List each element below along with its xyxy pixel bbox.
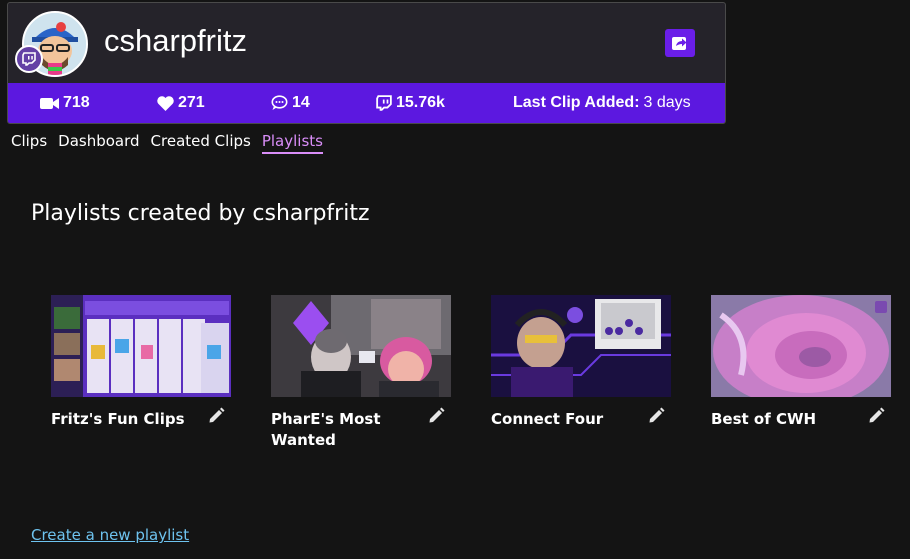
playlist-card[interactable]: Connect Four <box>491 295 671 430</box>
playlist-thumbnail[interactable] <box>51 295 231 397</box>
section-title: Playlists created by csharpfritz <box>31 201 370 226</box>
playlist-thumbnail[interactable] <box>711 295 891 397</box>
stats-bar: 718 271 14 15.76k Last Clip Added: 3 day… <box>8 83 725 123</box>
playlist-title[interactable]: Fritz's Fun Clips <box>51 409 201 430</box>
playlist-thumbnail[interactable] <box>491 295 671 397</box>
thumbnail-image <box>51 295 231 397</box>
pencil-icon[interactable] <box>868 407 885 424</box>
playlist-card[interactable]: Best of CWH <box>711 295 891 430</box>
pencil-icon[interactable] <box>428 407 445 424</box>
username: csharpfritz <box>104 23 247 58</box>
playlist-thumbnail[interactable] <box>271 295 451 397</box>
last-clip-label: Last Clip Added: <box>513 94 640 111</box>
nav-tabs: Clips Dashboard Created Clips Playlists <box>11 132 323 154</box>
tab-playlists[interactable]: Playlists <box>261 132 323 154</box>
stat-clips: 718 <box>40 94 90 112</box>
pencil-icon[interactable] <box>208 407 225 424</box>
stat-likes: 271 <box>157 94 205 112</box>
tab-clips[interactable]: Clips <box>11 132 47 154</box>
twitch-badge <box>15 45 43 73</box>
twitch-icon <box>376 95 392 111</box>
video-camera-icon <box>40 97 59 109</box>
thumbnail-image <box>271 295 451 397</box>
profile-card: csharpfritz 718 271 14 15.76k Last Clip … <box>7 2 726 124</box>
clips-count: 718 <box>63 94 90 111</box>
followers-count: 15.76k <box>396 94 445 111</box>
thumbnail-image <box>711 295 891 397</box>
stat-comments: 14 <box>271 94 310 112</box>
tab-created-clips[interactable]: Created Clips <box>151 132 251 154</box>
likes-count: 271 <box>178 94 205 111</box>
create-playlist-link[interactable]: Create a new playlist <box>31 526 189 544</box>
comments-count: 14 <box>292 94 310 111</box>
playlist-title[interactable]: PharE's Most Wanted <box>271 409 421 451</box>
stat-last-clip: Last Clip Added: 3 days <box>513 94 691 112</box>
profile-header: csharpfritz <box>8 3 725 83</box>
share-button[interactable] <box>665 29 695 57</box>
comment-icon <box>271 95 288 110</box>
playlist-card[interactable]: PharE's Most Wanted <box>271 295 451 451</box>
heart-icon <box>157 95 174 111</box>
share-icon <box>672 37 687 50</box>
playlist-title[interactable]: Best of CWH <box>711 409 861 430</box>
thumbnail-image <box>491 295 671 397</box>
stat-followers: 15.76k <box>376 94 445 112</box>
playlist-title[interactable]: Connect Four <box>491 409 641 430</box>
pencil-icon[interactable] <box>648 407 665 424</box>
tab-dashboard[interactable]: Dashboard <box>58 132 139 154</box>
twitch-icon <box>22 52 36 66</box>
last-clip-value: 3 days <box>643 94 691 111</box>
playlist-card[interactable]: Fritz's Fun Clips <box>51 295 231 430</box>
